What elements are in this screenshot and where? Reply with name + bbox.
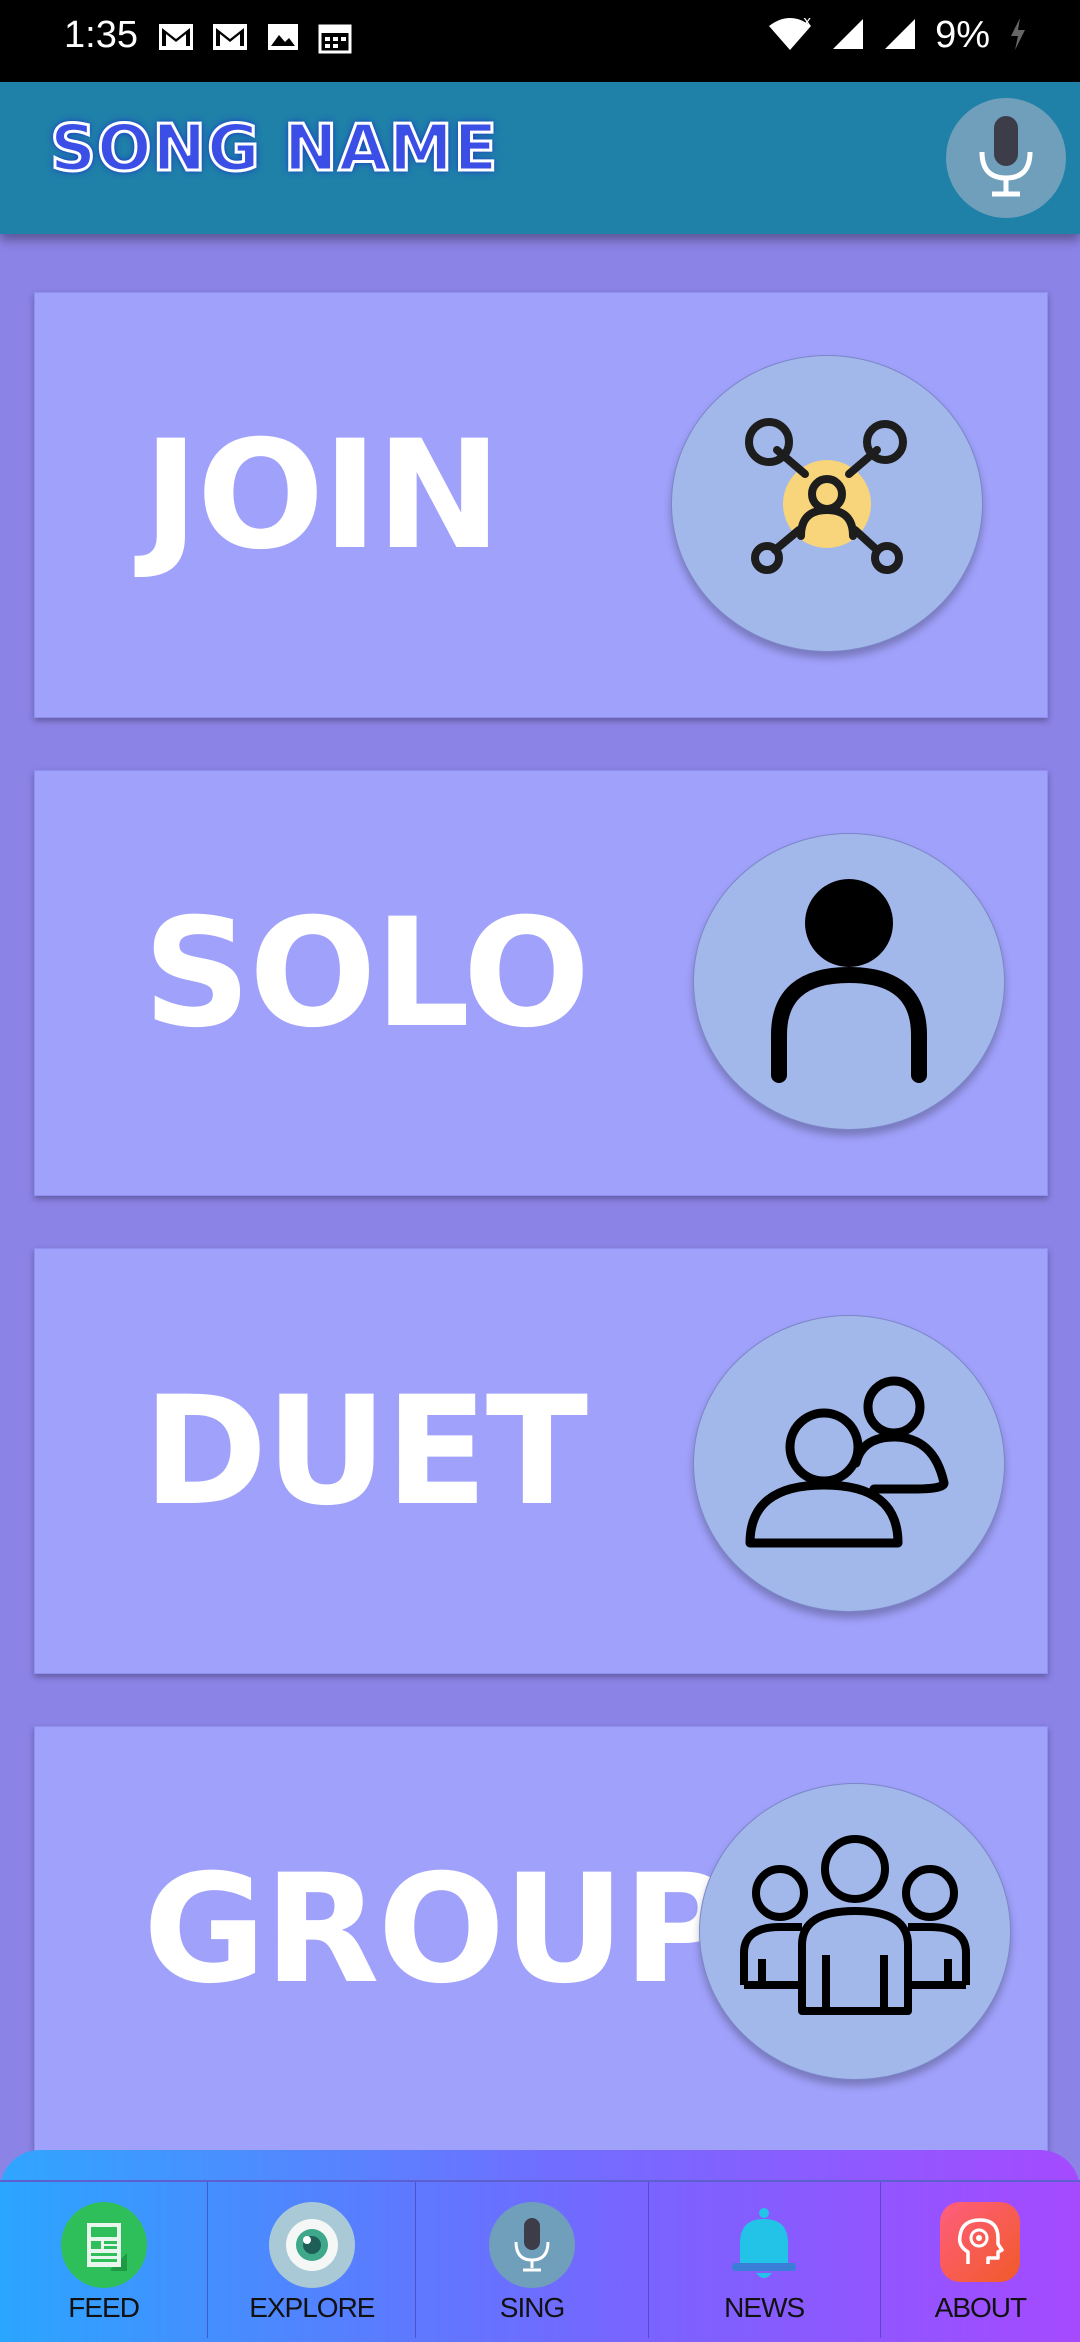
battery-percentage: 9% (935, 14, 990, 56)
solo-label: SOLO (143, 887, 590, 1061)
nav-item-news[interactable]: NEWS (649, 2182, 881, 2338)
gmail-icon (158, 22, 194, 58)
join-icon-circle[interactable] (671, 355, 983, 652)
image-icon (266, 22, 300, 58)
group-people-icon (740, 1834, 970, 2029)
svg-text:x: x (803, 16, 811, 30)
nav-item-explore[interactable]: EXPLORE (208, 2182, 417, 2338)
nav-item-sing[interactable]: SING (416, 2182, 649, 2338)
nav-item-feed[interactable]: FEED (0, 2182, 209, 2338)
nav-label-about: ABOUT (934, 2292, 1027, 2323)
microphone-icon (489, 2202, 576, 2288)
solo-card[interactable]: SOLO (34, 770, 1048, 1196)
duet-card[interactable]: DUET (34, 1248, 1048, 1674)
group-card[interactable]: GROUP (34, 1726, 1048, 2152)
page-title: SONG NAME (48, 111, 499, 188)
signal-icon (831, 17, 865, 55)
signal-icon (883, 17, 917, 55)
solo-icon-circle[interactable] (693, 833, 1005, 1130)
brain-gear-icon (940, 2202, 1021, 2282)
nav-item-about[interactable]: ABOUT (881, 2182, 1080, 2338)
feed-icon (60, 2202, 147, 2288)
gmail-icon (212, 22, 248, 58)
wifi-icon: x (767, 14, 813, 56)
network-join-icon (737, 412, 917, 596)
group-label: GROUP (143, 1843, 733, 2017)
bottom-nav: FEED EXPLORE SING NEWS ABOUT (0, 2180, 1080, 2342)
single-person-icon (769, 875, 929, 1089)
join-card[interactable]: JOIN (34, 292, 1048, 718)
microphone-icon (976, 114, 1036, 202)
duet-icon-circle[interactable] (693, 1315, 1005, 1612)
join-label: JOIN (143, 409, 502, 583)
nav-label-news: NEWS (724, 2292, 805, 2323)
calendar-icon (318, 22, 352, 58)
nav-label-sing: SING (499, 2292, 565, 2323)
app-bar: SONG NAME (0, 82, 1080, 234)
eye-icon (268, 2202, 355, 2288)
status-time: 1:35 (64, 14, 138, 56)
group-icon-circle[interactable] (699, 1783, 1011, 2080)
mic-button[interactable] (946, 98, 1066, 218)
two-people-icon (744, 1367, 954, 1561)
bell-icon (721, 2202, 807, 2288)
charging-icon (1008, 16, 1028, 56)
nav-label-explore: EXPLORE (249, 2292, 375, 2323)
status-bar: 1:35 x 9% (0, 0, 1080, 82)
nav-label-feed: FEED (68, 2292, 140, 2323)
duet-label: DUET (143, 1365, 588, 1539)
